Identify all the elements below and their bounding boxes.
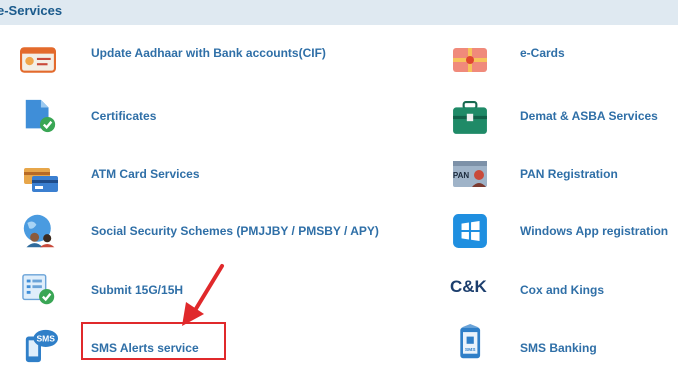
service-label[interactable]: Demat & ASBA Services bbox=[520, 109, 658, 123]
windows-logo-icon bbox=[453, 214, 487, 248]
service-label[interactable]: PAN Registration bbox=[520, 167, 618, 181]
gift-card-icon bbox=[453, 48, 487, 72]
pan-card-icon: PAN bbox=[453, 161, 487, 187]
service-pan-registration[interactable]: PAN PAN Registration bbox=[0, 156, 678, 214]
service-windows-app[interactable]: Windows App registration bbox=[0, 213, 678, 271]
service-demat-asba[interactable]: Demat & ASBA Services bbox=[0, 98, 678, 156]
pan-icon-text: PAN bbox=[453, 171, 470, 180]
service-label[interactable]: e-Cards bbox=[520, 46, 565, 60]
red-arrow-icon bbox=[182, 264, 224, 326]
sms-banking-phone-icon: SMS bbox=[460, 324, 481, 359]
service-e-cards[interactable]: e-Cards bbox=[0, 40, 678, 98]
section-title: e-Services bbox=[0, 3, 63, 18]
sms-banking-icon-text: SMS bbox=[465, 347, 476, 353]
briefcase-icon bbox=[453, 101, 487, 134]
service-label[interactable]: Windows App registration bbox=[520, 224, 668, 238]
service-label[interactable]: SMS Banking bbox=[520, 341, 597, 355]
cox-kings-logo-icon: C&K bbox=[450, 277, 487, 296]
service-label[interactable]: Cox and Kings bbox=[520, 283, 604, 297]
eservices-header: e-Services bbox=[0, 0, 678, 25]
